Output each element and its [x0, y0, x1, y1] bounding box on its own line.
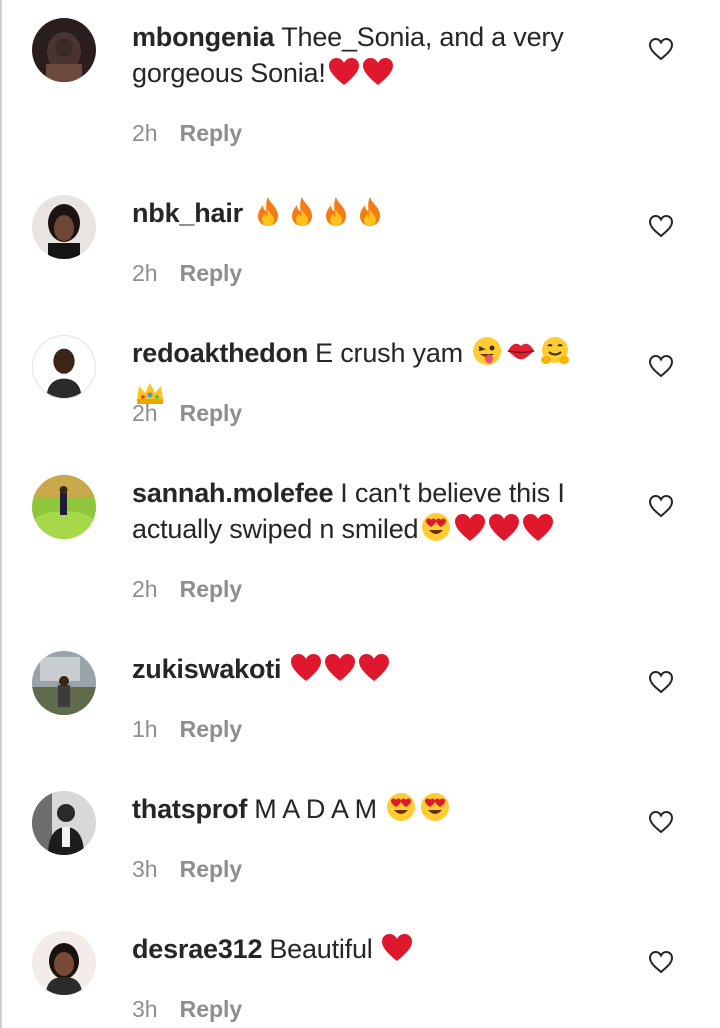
comment-text-block: zukiswakoti — [132, 651, 602, 692]
comment-text-block: sannah.molefee I can't believe this I act… — [132, 475, 602, 552]
comment-text: M A D A M — [254, 794, 377, 824]
fire-emoji — [286, 195, 318, 236]
comment-username[interactable]: mbongenia — [132, 22, 274, 52]
fire-emoji — [354, 195, 386, 236]
comment-username[interactable]: nbk_hair — [132, 198, 243, 228]
comment-meta: 1h Reply — [132, 715, 242, 743]
red-heart-emoji — [381, 933, 413, 972]
heart-eyes-emoji — [385, 791, 417, 832]
avatar[interactable] — [32, 195, 96, 259]
comment-text-block: desrae312 Beautiful — [132, 931, 602, 972]
red-heart-emoji — [290, 653, 322, 692]
avatar[interactable] — [32, 791, 96, 855]
comment-username[interactable]: zukiswakoti — [132, 654, 282, 684]
comment-username[interactable]: sannah.molefee — [132, 478, 333, 508]
heart-outline-icon[interactable] — [648, 950, 674, 974]
comment-time: 2h — [132, 260, 158, 286]
comment-time: 2h — [132, 400, 158, 426]
red-heart-emoji — [454, 513, 486, 552]
comment-text-block: thatsprof M A D A M — [132, 791, 602, 832]
red-heart-emoji — [324, 653, 356, 692]
avatar[interactable] — [32, 335, 96, 399]
avatar[interactable] — [32, 651, 96, 715]
comment-meta: 2h Reply — [132, 575, 242, 603]
comment-item: nbk_hair 2h Reply — [0, 160, 720, 300]
comment-time: 2h — [132, 120, 158, 146]
comment-username[interactable]: thatsprof — [132, 794, 247, 824]
comment-time: 2h — [132, 576, 158, 602]
heart-outline-icon[interactable] — [648, 810, 674, 834]
comment-meta: 2h Reply — [132, 119, 242, 147]
comment-meta: 2h Reply — [132, 259, 242, 287]
comment-item: zukiswakoti 1h Reply — [0, 616, 720, 756]
reply-button[interactable]: Reply — [180, 856, 243, 882]
comment-text: Beautiful — [269, 934, 373, 964]
avatar[interactable] — [32, 475, 96, 539]
comment-username[interactable]: redoakthedon — [132, 338, 308, 368]
comment-text-block: nbk_hair — [132, 195, 602, 236]
avatar[interactable] — [32, 18, 96, 82]
comment-time: 3h — [132, 856, 158, 882]
comment-username[interactable]: desrae312 — [132, 934, 263, 964]
hugging-face-emoji — [539, 335, 571, 376]
heart-outline-icon[interactable] — [648, 214, 674, 238]
heart-eyes-emoji — [420, 511, 452, 552]
comment-meta: 3h Reply — [132, 855, 242, 883]
heart-outline-icon[interactable] — [648, 670, 674, 694]
red-heart-emoji — [488, 513, 520, 552]
reply-button[interactable]: Reply — [180, 996, 243, 1022]
reply-button[interactable]: Reply — [180, 260, 243, 286]
comment-item: redoakthedon E crush yam 2h Reply — [0, 300, 720, 440]
comment-item: desrae312 Beautiful 3h Reply — [0, 896, 720, 1028]
avatar[interactable] — [32, 931, 96, 995]
heart-outline-icon[interactable] — [648, 37, 674, 61]
kiss-mark-emoji — [505, 335, 537, 376]
fire-emoji — [320, 195, 352, 236]
heart-outline-icon[interactable] — [648, 354, 674, 378]
heart-eyes-emoji — [419, 791, 451, 832]
comment-text-block: mbongenia Thee_Sonia, and a very gorgeous… — [132, 19, 602, 96]
winking-tongue-emoji — [471, 335, 503, 376]
reply-button[interactable]: Reply — [180, 576, 243, 602]
reply-button[interactable]: Reply — [180, 716, 243, 742]
comment-time: 3h — [132, 996, 158, 1022]
red-heart-emoji — [358, 653, 390, 692]
reply-button[interactable]: Reply — [180, 400, 243, 426]
red-heart-emoji — [362, 57, 394, 96]
fire-emoji — [252, 195, 284, 236]
comment-time: 1h — [132, 716, 158, 742]
comment-item: thatsprof M A D A M 3h Reply — [0, 756, 720, 896]
reply-button[interactable]: Reply — [180, 120, 243, 146]
comment-meta: 2h Reply — [132, 399, 242, 427]
red-heart-emoji — [522, 513, 554, 552]
comment-item: mbongenia Thee_Sonia, and a very gorgeous… — [0, 0, 720, 160]
comment-meta: 3h Reply — [132, 995, 242, 1023]
comment-item: sannah.molefee I can't believe this I act… — [0, 440, 720, 616]
comment-text: E crush yam — [315, 338, 463, 368]
red-heart-emoji — [328, 57, 360, 96]
heart-outline-icon[interactable] — [648, 494, 674, 518]
